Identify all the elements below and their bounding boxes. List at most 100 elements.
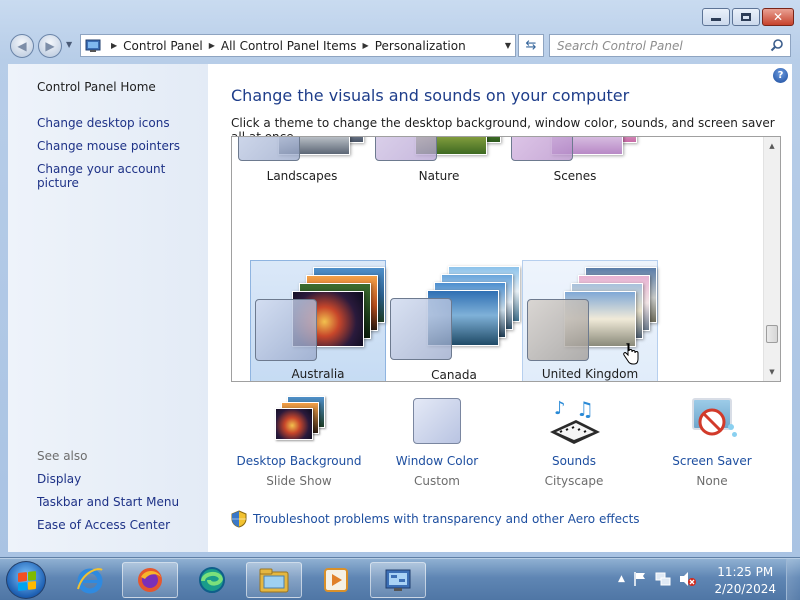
taskbar: ▲ 11:25 PM 2/20/2024 — [0, 558, 800, 600]
theme-label: Australia — [291, 367, 345, 381]
taskbar-file-explorer[interactable] — [246, 562, 302, 598]
breadcrumb-separator[interactable]: ▶ — [111, 41, 117, 50]
maximize-icon — [741, 13, 751, 21]
taskbar-internet-explorer[interactable] — [62, 562, 118, 598]
gallery-scrollbar[interactable]: ▲ ▼ — [763, 137, 780, 381]
clock-time: 11:25 PM — [717, 565, 774, 579]
internet-explorer-icon — [77, 568, 103, 594]
control-panel-icon — [385, 569, 411, 591]
change-mouse-pointers-link[interactable]: Change mouse pointers — [37, 139, 180, 153]
back-arrow-icon: ◀ — [17, 39, 27, 53]
refresh-icon: ⇆ — [525, 38, 537, 53]
theme-united-kingdom[interactable]: United Kingdom — [522, 260, 658, 381]
maximize-button[interactable] — [732, 8, 760, 26]
window-color-thumbnail — [238, 137, 300, 161]
volume-muted-icon[interactable] — [679, 571, 697, 587]
theme-scenes[interactable]: Scenes — [507, 137, 643, 187]
option-name[interactable]: Screen Saver — [647, 454, 777, 468]
control-panel-home-link[interactable]: Control Panel Home — [37, 80, 156, 94]
minimize-button[interactable] — [702, 8, 730, 26]
main-content: ? Change the visuals and sounds on your … — [208, 64, 792, 552]
left-task-pane: Control Panel Home Change desktop icons … — [8, 64, 208, 552]
windows-logo-icon — [18, 571, 36, 591]
recent-pages-dropdown[interactable]: ▼ — [66, 40, 72, 49]
scroll-down-icon[interactable]: ▼ — [764, 364, 780, 380]
theme-label: Canada — [431, 368, 477, 382]
change-account-picture-link[interactable]: Change your account picture — [37, 162, 208, 190]
search-input[interactable]: Search Control Panel — [549, 34, 791, 57]
hand-cursor-icon — [623, 343, 639, 365]
option-value: None — [696, 474, 728, 488]
back-button[interactable]: ◀ — [10, 34, 34, 58]
svg-text:♫: ♫ — [576, 397, 594, 421]
scrollbar-thumb[interactable] — [766, 325, 778, 343]
forward-button[interactable]: ▶ — [38, 34, 62, 58]
breadcrumb-control-panel[interactable]: Control Panel — [123, 39, 203, 53]
screen-saver-option[interactable]: Screen Saver None — [647, 394, 777, 488]
system-clock[interactable]: 11:25 PM 2/20/2024 — [714, 564, 776, 598]
ease-of-access-link[interactable]: Ease of Access Center — [37, 518, 170, 532]
taskbar-edge[interactable] — [184, 562, 240, 598]
sounds-option[interactable]: ♪ ♫ Sounds Cityscape — [509, 394, 639, 488]
taskbar-control-panel[interactable] — [370, 562, 426, 598]
window-color-thumbnail — [527, 299, 589, 361]
file-explorer-icon — [259, 568, 289, 593]
caption-buttons: ✕ — [702, 8, 794, 26]
control-panel-icon — [85, 39, 101, 52]
start-button[interactable] — [6, 561, 46, 599]
theme-landscapes[interactable]: Landscapes — [234, 137, 370, 187]
window-color-icon — [409, 394, 465, 450]
change-desktop-icons-link[interactable]: Change desktop icons — [37, 116, 170, 130]
option-value: Slide Show — [266, 474, 332, 488]
network-icon[interactable] — [655, 571, 671, 587]
window-color-option[interactable]: Window Color Custom — [372, 394, 502, 488]
svg-text:♪: ♪ — [554, 398, 566, 419]
taskbar-media-player[interactable] — [308, 562, 364, 598]
breadcrumb-separator[interactable]: ▶ — [363, 41, 369, 50]
display-link[interactable]: Display — [37, 472, 81, 486]
search-placeholder: Search Control Panel — [557, 38, 683, 53]
edge-icon — [199, 567, 225, 593]
theme-canada[interactable]: Canada — [386, 260, 522, 382]
close-button[interactable]: ✕ — [762, 8, 794, 26]
option-value: Custom — [414, 474, 460, 488]
navigation-bar: ◀ ▶ ▼ ▶ Control Panel ▶ All Control Pane… — [0, 32, 800, 60]
desktop-background-icon — [271, 394, 327, 450]
refresh-button[interactable]: ⇆ — [518, 34, 544, 57]
option-name[interactable]: Window Color — [372, 454, 502, 468]
close-icon: ✕ — [772, 10, 784, 24]
theme-australia[interactable]: Australia — [250, 260, 386, 381]
taskbar-firefox[interactable] — [122, 562, 178, 598]
breadcrumb-separator[interactable]: ▶ — [209, 41, 215, 50]
show-hidden-icons-icon[interactable]: ▲ — [618, 574, 625, 584]
option-name[interactable]: Desktop Background — [234, 454, 364, 468]
action-center-flag-icon[interactable] — [633, 571, 647, 587]
breadcrumb-personalization[interactable]: Personalization — [375, 39, 466, 53]
shield-icon — [231, 510, 247, 528]
window-color-thumbnail — [390, 298, 452, 360]
see-also-heading: See also — [37, 449, 88, 463]
theme-label: Landscapes — [266, 169, 338, 183]
sounds-icon: ♪ ♫ — [546, 394, 602, 450]
search-icon[interactable] — [770, 38, 784, 52]
page-title: Change the visuals and sounds on your co… — [231, 86, 630, 105]
clock-date: 2/20/2024 — [714, 582, 776, 596]
theme-label: United Kingdom — [541, 367, 639, 381]
window-color-thumbnail — [375, 137, 437, 161]
scroll-up-icon[interactable]: ▲ — [764, 138, 780, 154]
option-value: Cityscape — [544, 474, 604, 488]
system-tray: ▲ — [618, 571, 697, 587]
troubleshoot-link[interactable]: Troubleshoot problems with transparency … — [231, 510, 640, 528]
option-name[interactable]: Sounds — [509, 454, 639, 468]
address-bar[interactable]: ▶ Control Panel ▶ All Control Panel Item… — [80, 34, 516, 57]
screen-saver-icon — [684, 394, 740, 450]
breadcrumb-all-items[interactable]: All Control Panel Items — [221, 39, 357, 53]
theme-nature[interactable]: Nature — [371, 137, 507, 187]
address-dropdown-icon[interactable]: ▼ — [505, 41, 511, 50]
help-icon[interactable]: ? — [773, 68, 788, 83]
desktop-background-option[interactable]: Desktop Background Slide Show — [234, 394, 364, 488]
troubleshoot-label[interactable]: Troubleshoot problems with transparency … — [253, 512, 640, 526]
taskbar-start-menu-link[interactable]: Taskbar and Start Menu — [37, 495, 179, 509]
window-color-thumbnail — [511, 137, 573, 161]
show-desktop-button[interactable] — [786, 559, 800, 600]
